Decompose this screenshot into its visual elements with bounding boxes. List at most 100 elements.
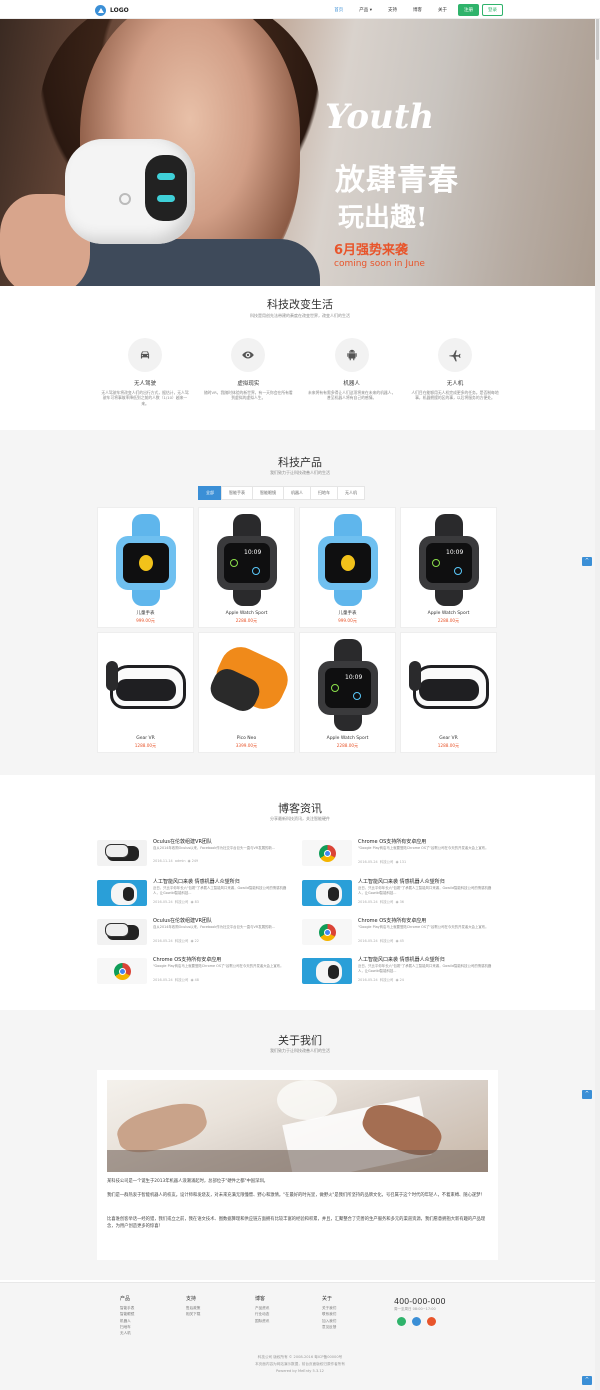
footer-link[interactable]: 行业动态 xyxy=(255,1311,269,1317)
product-card[interactable]: Pico Neo 3399.00元 xyxy=(198,632,295,753)
eye-icon: ◉ xyxy=(190,978,194,982)
eye-icon: ◉ xyxy=(190,900,194,904)
blog-post-title[interactable]: Chrome OS支持所有安卓应用 xyxy=(358,917,426,924)
blog-thumbnail[interactable] xyxy=(302,919,352,945)
blog-post[interactable]: 人工智能风口来袭 情感机器人众望所归 近日，只比平你年长六"包裹"了承载人工智能风… xyxy=(302,956,500,992)
nav-products[interactable]: 产品 ▾ xyxy=(351,4,380,16)
blog-post-meta: 2016-05-24 科技公司 ◉ 45 xyxy=(358,938,404,943)
blog-post-title[interactable]: Oculus在伦敦组建VR团队 xyxy=(153,917,212,924)
tab-smartglasses[interactable]: 智能眼镜 xyxy=(252,486,284,500)
product-card[interactable]: Gear VR 1288.00元 xyxy=(97,632,194,753)
blog-post-title[interactable]: 人工智能风口来袭 情感机器人众望所归 xyxy=(358,878,445,885)
weibo-icon[interactable] xyxy=(427,1317,436,1326)
post-author: 科技公司 xyxy=(174,978,189,982)
blog-section: 博客资讯 分享最新科技资讯，关注智能硬件 Oculus在伦敦组建VR团队 自从20… xyxy=(0,780,600,1008)
product-card[interactable]: 10:09 Apple Watch Sport 2288.00元 xyxy=(299,632,396,753)
hero-slogan-en: Youth xyxy=(325,97,435,137)
blog-post-title[interactable]: Oculus在伦敦组建VR团队 xyxy=(153,838,212,845)
blog-post[interactable]: Chrome OS支持所有安卓应用 "Google Play商店马上就要登陆Chr… xyxy=(302,838,500,874)
footer-powered[interactable]: Powered by MeEnty 5.3.12 xyxy=(0,1369,600,1373)
qq-icon[interactable] xyxy=(412,1317,421,1326)
product-price: 1288.00元 xyxy=(134,743,157,748)
hero-shirt xyxy=(60,239,320,286)
product-card[interactable]: 10:09 Apple Watch Sport 2288.00元 xyxy=(400,507,497,628)
feature-item[interactable]: 虚拟现实 随时VR，我随时体验的新世界，有一天你会在所有看到虚拟的虚拟人生。 xyxy=(203,338,293,406)
eye-icon: ◉ xyxy=(395,900,399,904)
blog-post[interactable]: 人工智能风口来袭 情感机器人众望所归 近日，只比平你年长六"包裹"了承载人工智能风… xyxy=(97,878,295,914)
hero-slogan-line1: 放肆青春 xyxy=(335,163,459,198)
scrollbar-track[interactable] xyxy=(595,0,600,1390)
hero-banner[interactable]: Youth 放肆青春 玩出趣! 6月强势来袭 coming soon in Ju… xyxy=(0,19,600,286)
blog-thumbnail[interactable] xyxy=(97,958,147,984)
blog-post[interactable]: Chrome OS支持所有安卓应用 "Google Play商店马上就要登陆Chr… xyxy=(97,956,295,992)
footer-phone: 400-000-000 xyxy=(394,1297,446,1306)
nav-blog[interactable]: 博客 xyxy=(405,4,430,16)
blog-thumbnail[interactable] xyxy=(97,840,147,866)
product-price: 999.00元 xyxy=(338,618,357,623)
footer-link[interactable]: 智能眼镜 xyxy=(120,1311,134,1317)
feature-item[interactable]: 无人驾驶 无人驾驶车将改变人们的出行方式，据估计，无人驾驶车可将事故率降低到之前… xyxy=(100,338,190,406)
tab-sweeper[interactable]: 扫地车 xyxy=(310,486,338,500)
feature-item[interactable]: 无人机 人们目在能够用无人机完成更多的任务。是否制每地事，机器拥援的区的事，以后… xyxy=(410,338,500,406)
post-date: 2016-05-24 xyxy=(153,978,173,982)
blog-post-desc: 自从2014年收购Oculus以来，Facebook作为社交平台巨头一直与VR发… xyxy=(153,925,275,929)
about-image xyxy=(107,1080,488,1172)
blog-post[interactable]: Oculus在伦敦组建VR团队 自从2014年收购Oculus以来，Faceboo… xyxy=(97,838,295,874)
blog-post-desc: 近日，只比平你年长六"包裹"了承载人工智能风口来袭，Gowild智能科技公司的情… xyxy=(358,964,492,973)
apple-watch-image: 10:09 xyxy=(308,639,388,731)
blog-post-title[interactable]: 人工智能风口来袭 情感机器人众望所归 xyxy=(358,956,445,963)
tab-robot[interactable]: 机器人 xyxy=(283,486,311,500)
blog-thumbnail[interactable] xyxy=(97,919,147,945)
product-card[interactable]: 儿童手表 999.00元 xyxy=(97,507,194,628)
product-card[interactable]: Gear VR 1288.00元 xyxy=(400,632,497,753)
nav-about[interactable]: 关于 xyxy=(430,4,455,16)
product-name: Gear VR xyxy=(136,736,155,741)
eye-icon: ◉ xyxy=(395,860,399,864)
blog-post[interactable]: Chrome OS支持所有安卓应用 "Google Play商店马上就要登陆Chr… xyxy=(302,917,500,953)
product-card[interactable]: 儿童手表 999.00元 xyxy=(299,507,396,628)
footer-link[interactable]: 加入我们 xyxy=(322,1318,336,1324)
navbar: LOGO 首页 产品 ▾ 支持 博客 关于 注册 登录 xyxy=(0,0,600,19)
login-button[interactable]: 登录 xyxy=(482,4,503,16)
nav-support[interactable]: 支持 xyxy=(380,4,405,16)
post-date: 2016-05-24 xyxy=(358,900,378,904)
blog-post[interactable]: Oculus在伦敦组建VR团队 自从2014年收购Oculus以来，Faceboo… xyxy=(97,917,295,953)
hero-date-cn: 6月强势来袭 xyxy=(334,243,409,258)
blog-thumbnail[interactable] xyxy=(302,840,352,866)
footer-link[interactable]: 相关下载 xyxy=(186,1311,200,1317)
product-price: 2288.00元 xyxy=(235,618,258,623)
features-list: 无人驾驶 无人驾驶车将改变人们的出行方式，据估计，无人驾驶车可将事故率降低到之前… xyxy=(100,338,500,406)
tab-drone[interactable]: 无人机 xyxy=(337,486,365,500)
blog-thumbnail[interactable] xyxy=(302,880,352,906)
footer-link[interactable]: 国际资讯 xyxy=(255,1318,269,1324)
post-views: 45 xyxy=(399,939,404,943)
hero-robot-image xyxy=(65,139,195,244)
scroll-top-button[interactable]: ^ xyxy=(582,557,592,566)
blog-post[interactable]: 人工智能风口来袭 情感机器人众望所归 近日，只比平你年长六"包裹"了承载人工智能风… xyxy=(302,878,500,914)
product-card[interactable]: 10:09 Apple Watch Sport 2288.00元 xyxy=(198,507,295,628)
tab-all[interactable]: 全部 xyxy=(198,486,222,500)
product-price: 3399.00元 xyxy=(235,743,258,748)
blog-post-desc: "Google Play商店马上就要登陆Chrome OS了"谷歌公司在今天的开… xyxy=(358,925,489,929)
footer-link[interactable]: 联系我们 xyxy=(322,1311,336,1317)
footer-link[interactable]: 意见反馈 xyxy=(322,1324,336,1330)
post-views: 48 xyxy=(194,978,199,982)
blog-post-title[interactable]: Chrome OS支持所有安卓应用 xyxy=(153,956,221,963)
logo[interactable]: LOGO xyxy=(95,4,129,16)
scroll-top-button[interactable]: ^ xyxy=(582,1090,592,1099)
nav-home[interactable]: 首页 xyxy=(326,4,351,16)
blog-thumbnail[interactable] xyxy=(302,958,352,984)
footer-phone-hours: 周一至周日 08:00~17:00 xyxy=(394,1307,436,1311)
scroll-top-button[interactable]: ^ xyxy=(582,1376,592,1385)
feature-item[interactable]: 机器人 未来将有有需多得让人们这项将来在未来的机器人，甚至机器人将有自己的感情。 xyxy=(307,338,397,406)
footer-link[interactable]: 无人机 xyxy=(120,1330,134,1336)
blog-post-title[interactable]: 人工智能风口来袭 情感机器人众望所归 xyxy=(153,878,240,885)
post-views: 24 xyxy=(399,978,404,982)
wechat-icon[interactable] xyxy=(397,1317,406,1326)
about-paragraph-3: 比喜谁创客举话一经的猎，我们或立之前，我在语文技术、图数据算理和供应链方面拥有比… xyxy=(107,1217,486,1230)
product-name: Pico Neo xyxy=(236,736,257,741)
signup-button[interactable]: 注册 xyxy=(458,4,479,16)
blog-thumbnail[interactable] xyxy=(97,880,147,906)
blog-post-title[interactable]: Chrome OS支持所有安卓应用 xyxy=(358,838,426,845)
tab-smartwatch[interactable]: 智能手表 xyxy=(221,486,253,500)
